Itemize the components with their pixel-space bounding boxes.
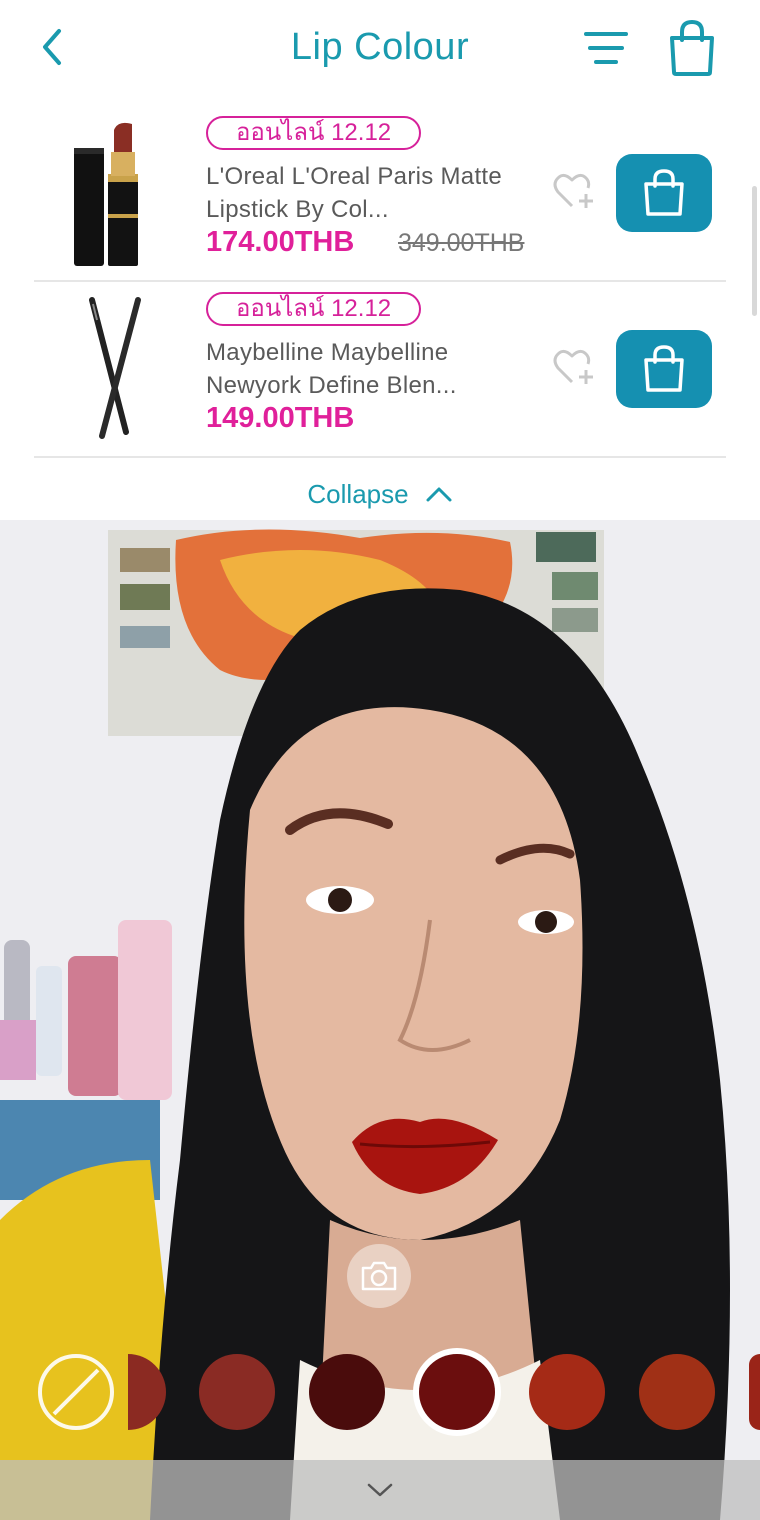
scrollbar[interactable] (752, 186, 757, 316)
lip-color-swatch[interactable] (749, 1354, 760, 1430)
add-to-wishlist-button[interactable] (552, 170, 598, 212)
collapse-button[interactable]: Collapse (0, 474, 760, 514)
shopping-bag-icon (670, 19, 714, 76)
product-row-lipstick[interactable]: ออนไลน์ 12.12 L'Oreal L'Oreal Paris Matt… (34, 108, 726, 282)
camera-icon (361, 1261, 397, 1291)
shopping-bag-icon (644, 169, 684, 216)
product-row-liner[interactable]: ออนไลน์ 12.12 Maybelline Maybelline Newy… (34, 284, 726, 458)
capture-photo-button[interactable] (347, 1244, 411, 1308)
add-to-wishlist-button[interactable] (552, 346, 598, 388)
lip-color-swatch[interactable] (199, 1354, 275, 1430)
heart-plus-icon (553, 349, 593, 384)
expand-panel-bar[interactable] (0, 1460, 760, 1520)
shopping-bag-button[interactable] (664, 18, 720, 78)
app-header: Lip Colour (0, 0, 760, 100)
lip-color-swatch[interactable] (309, 1354, 385, 1430)
no-color-swatch[interactable] (38, 1354, 114, 1430)
promo-badge: ออนไลน์ 12.12 (206, 116, 422, 150)
filter-button[interactable] (580, 26, 632, 70)
add-to-cart-button[interactable] (616, 330, 712, 408)
add-to-cart-button[interactable] (616, 154, 712, 232)
lip-color-swatch[interactable] (529, 1354, 605, 1430)
page-title: Lip Colour (290, 26, 470, 68)
lip-liner-image (89, 297, 141, 439)
lipstick-image (74, 122, 138, 266)
product-name[interactable]: L'Oreal L'Oreal Paris Matte Lipstick By … (206, 160, 536, 226)
filter-lines-icon (584, 32, 628, 64)
shopping-bag-icon (644, 345, 684, 392)
lip-color-swatch[interactable] (419, 1354, 495, 1430)
chevron-down-icon (367, 1483, 393, 1497)
lip-color-swatch[interactable] (639, 1354, 715, 1430)
collapse-label: Collapse (307, 478, 409, 509)
promo-badge: ออนไลน์ 12.12 (206, 292, 422, 326)
heart-plus-icon (553, 173, 593, 208)
product-old-price: 349.00THB (398, 229, 525, 257)
product-price: 149.00THB (206, 402, 355, 434)
product-name[interactable]: Maybelline Maybelline Newyork Define Ble… (206, 336, 536, 402)
chevron-up-icon (426, 487, 452, 502)
no-color-icon (52, 1368, 100, 1416)
product-price: 174.00THB (206, 226, 355, 258)
